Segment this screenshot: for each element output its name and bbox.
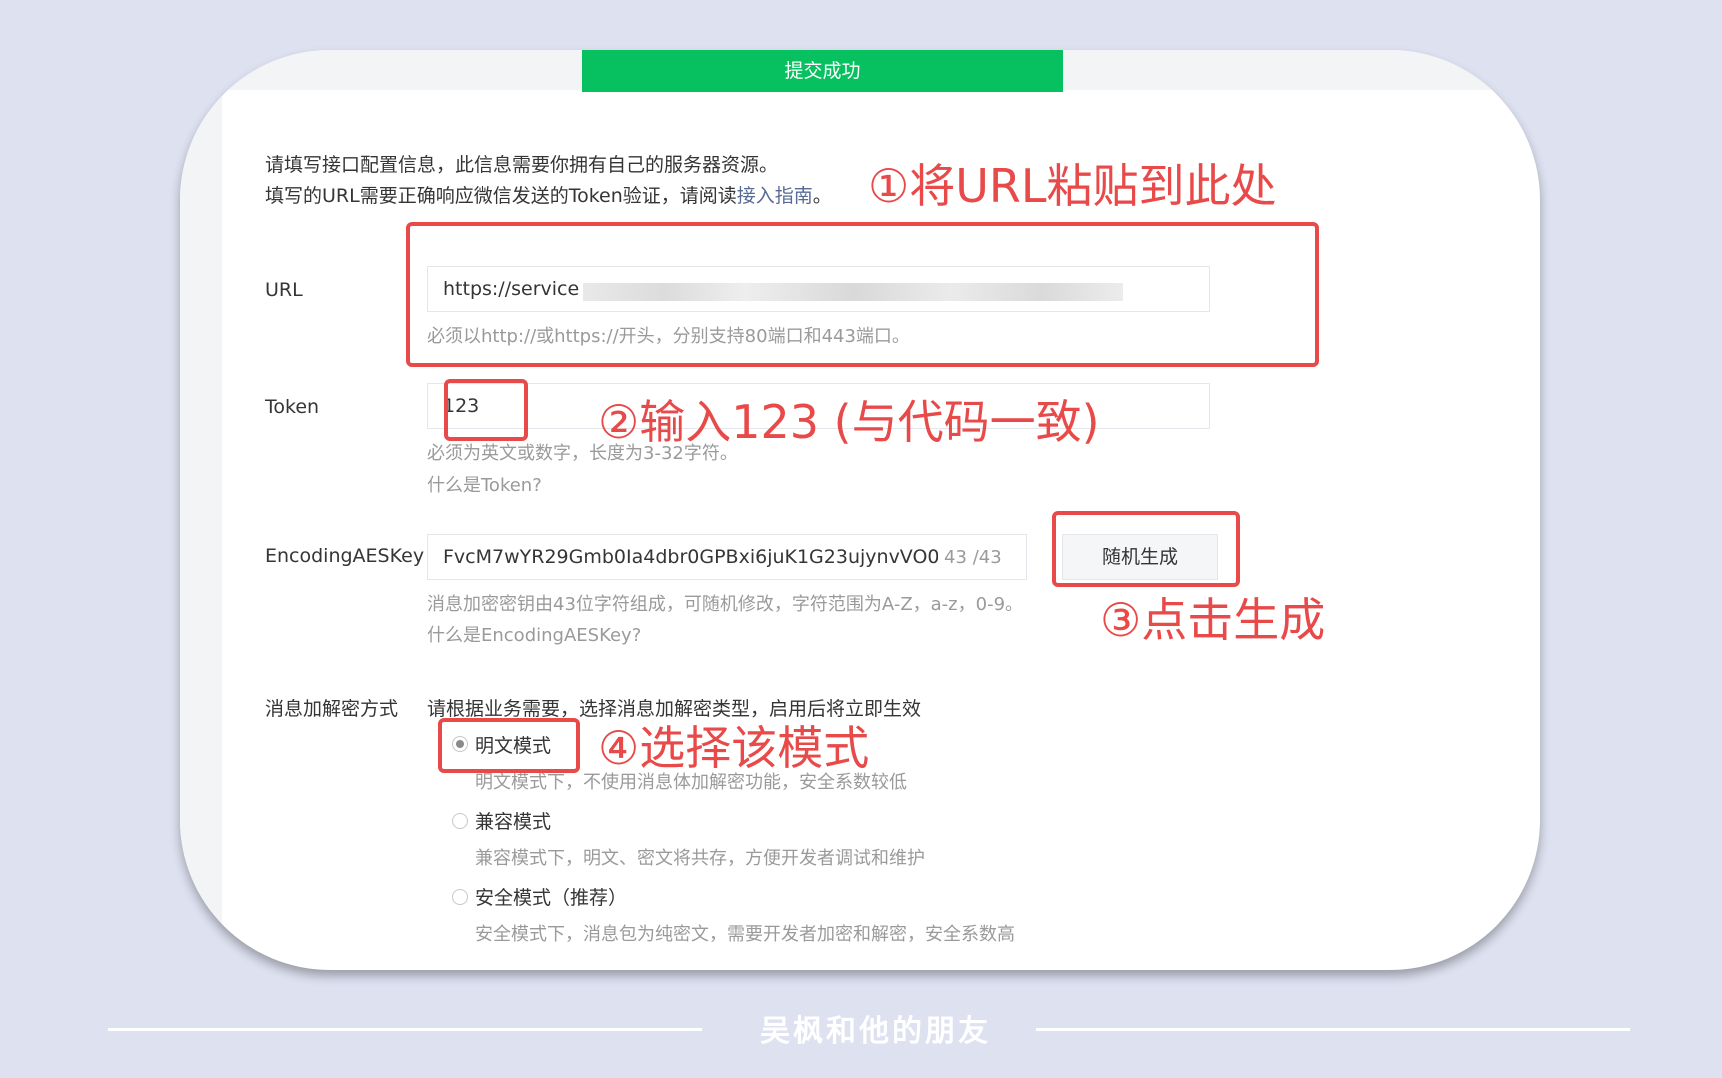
config-card: 提交成功 请填写接口配置信息，此信息需要你拥有自己的服务器资源。 填写的URL需… [180, 50, 1540, 970]
aes-input-value: FvcM7wYR29Gmb0Ia4dbr0GPBxi6juK1G23ujynvV… [443, 546, 938, 568]
access-guide-link[interactable]: 接入指南 [737, 185, 813, 207]
secure-mode-label[interactable]: 安全模式（推荐） [475, 883, 627, 910]
compatible-mode-radio[interactable] [452, 813, 468, 829]
url-highlight-box [406, 222, 1319, 367]
aes-char-count: 43 /43 [944, 547, 1002, 568]
aes-count-value: 43 [944, 547, 967, 568]
aes-label: EncodingAESKey [265, 545, 425, 567]
generate-highlight-box [1052, 511, 1240, 587]
left-strip [180, 90, 222, 970]
success-banner: 提交成功 [582, 50, 1063, 92]
secure-mode-desc: 安全模式下，消息包为纯密文，需要开发者加密和解密，安全系数高 [475, 924, 1015, 945]
url-label: URL [265, 279, 303, 301]
what-is-aes-link[interactable]: 什么是EncodingAESKey? [427, 621, 641, 647]
aes-count-max: 43 [978, 547, 1002, 568]
aes-hint: 消息加密密钥由43位字符组成，可随机修改，字符范围为A-Z，a-z，0-9。 [427, 594, 1024, 615]
intro-line-2-suffix: 。 [812, 185, 832, 207]
secure-mode-radio[interactable] [452, 889, 468, 905]
intro-line-2: 填写的URL需要正确响应微信发送的Token验证，请阅读接入指南。 [265, 181, 832, 208]
annotation-step3: ③点击生成 [1100, 593, 1326, 647]
footer-watermark: 吴枫和他的朋友 [760, 1014, 991, 1049]
aes-input[interactable]: FvcM7wYR29Gmb0Ia4dbr0GPBxi6juK1G23ujynvV… [427, 534, 1027, 580]
annotation-step4: ④选择该模式 [598, 721, 870, 775]
token-highlight-box [444, 379, 528, 441]
plain-mode-highlight-box [438, 718, 580, 773]
intro-line-1: 请填写接口配置信息，此信息需要你拥有自己的服务器资源。 [265, 154, 779, 176]
annotation-step1: ①将URL粘贴到此处 [868, 159, 1277, 213]
footer-line-right [1036, 1028, 1630, 1031]
what-is-token-link[interactable]: 什么是Token? [427, 471, 542, 497]
annotation-step2: ②输入123 (与代码一致) [598, 395, 1100, 449]
compatible-mode-desc: 兼容模式下，明文、密文将共存，方便开发者调试和维护 [475, 848, 925, 869]
token-label: Token [265, 396, 320, 418]
intro-line-2-prefix: 填写的URL需要正确响应微信发送的Token验证，请阅读 [265, 185, 737, 207]
footer-line-left [108, 1028, 702, 1031]
compatible-mode-label[interactable]: 兼容模式 [475, 807, 551, 834]
mode-label: 消息加解密方式 [265, 698, 399, 720]
